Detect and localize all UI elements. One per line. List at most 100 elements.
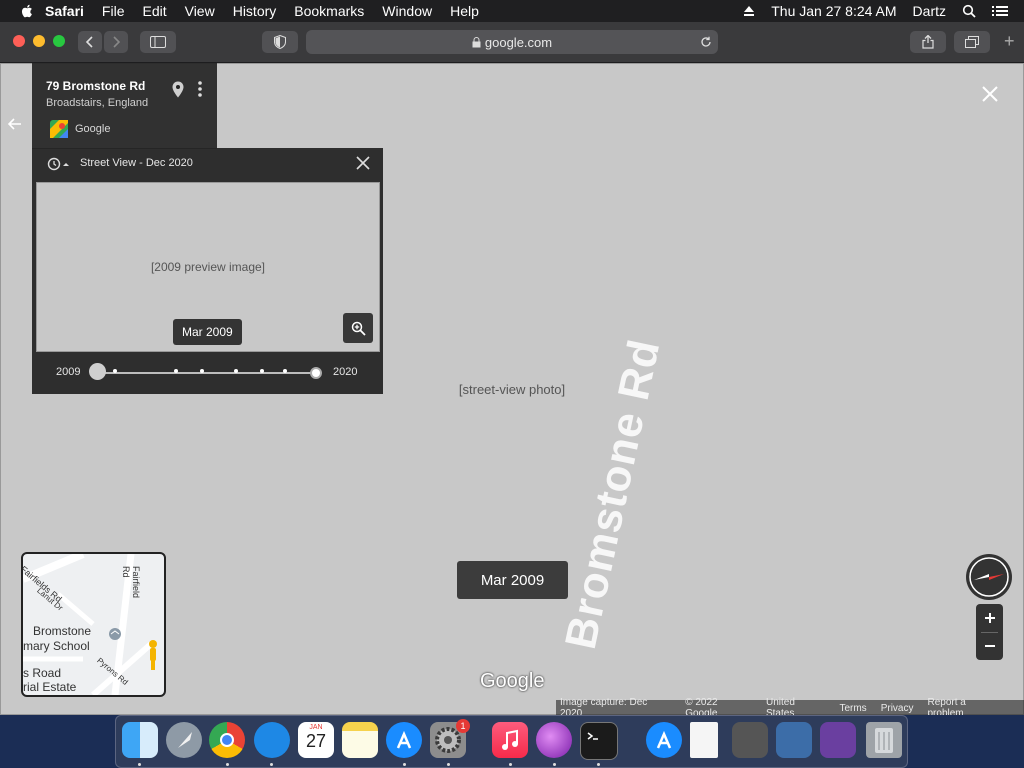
sidebar-icon xyxy=(150,36,166,48)
slider-tick[interactable] xyxy=(174,369,178,373)
launchpad-icon[interactable] xyxy=(166,722,202,758)
apple-icon[interactable] xyxy=(19,3,35,19)
slider-tick[interactable] xyxy=(200,369,204,373)
compass[interactable] xyxy=(966,554,1012,600)
arrow-left-icon xyxy=(7,118,21,130)
zoom-out-button[interactable] xyxy=(976,632,1003,660)
screen-sharing-icon[interactable] xyxy=(776,722,812,758)
fullscreen-window-button[interactable] xyxy=(53,35,65,47)
photo-viewer-icon[interactable] xyxy=(820,722,856,758)
place-card: 79 Bromstone Rd Broadstairs, England Goo… xyxy=(32,63,217,149)
search-icon[interactable] xyxy=(962,4,976,18)
time-machine-panel: Street View - Dec 2020 [2009 preview ima… xyxy=(32,148,383,394)
finder-icon[interactable] xyxy=(122,722,158,758)
eject-icon[interactable] xyxy=(743,5,755,17)
menu-view[interactable]: View xyxy=(185,3,215,19)
map-pin-icon[interactable] xyxy=(172,81,184,98)
menu-edit[interactable]: Edit xyxy=(142,3,166,19)
slider-end-year: 2020 xyxy=(333,366,358,378)
minimap[interactable]: Fairfields Rd Fairfield Rd Bromstone mar… xyxy=(21,552,166,697)
running-indicator xyxy=(553,763,556,766)
installer-icon[interactable] xyxy=(536,722,572,758)
menu-help[interactable]: Help xyxy=(450,3,479,19)
calendar-icon[interactable]: JAN 27 xyxy=(298,722,334,758)
minimap-label: Fairfield Rd xyxy=(121,566,141,599)
google-watermark: Google xyxy=(480,670,545,692)
running-indicator xyxy=(403,763,406,766)
prompt-icon xyxy=(587,732,598,740)
terminal-icon[interactable] xyxy=(580,722,618,760)
capture-date-label: Mar 2009 xyxy=(457,561,568,599)
place-subtitle: Broadstairs, England xyxy=(46,97,149,109)
menubar-datetime[interactable]: Thu Jan 27 8:24 AM xyxy=(771,3,896,19)
tab-overview-button[interactable] xyxy=(954,31,990,53)
new-tab-button[interactable]: + xyxy=(1004,31,1015,52)
trash-icon[interactable] xyxy=(866,722,902,758)
provider-label: Google xyxy=(75,123,111,135)
minimap-label: s Road xyxy=(23,666,62,680)
history-icon[interactable] xyxy=(46,157,72,171)
minimize-window-button[interactable] xyxy=(33,35,45,47)
back-arrow-button[interactable] xyxy=(7,117,22,135)
zoom-in-icon xyxy=(351,321,366,336)
app-store-a-icon xyxy=(656,730,672,749)
calendar-month: JAN xyxy=(309,724,323,731)
screenshots-folder-icon[interactable] xyxy=(732,722,768,758)
sidebar-button[interactable] xyxy=(140,31,176,53)
close-icon[interactable] xyxy=(355,155,371,171)
share-button[interactable] xyxy=(910,31,946,53)
close-street-view-icon[interactable] xyxy=(980,84,1000,104)
shield-icon xyxy=(274,35,286,49)
running-indicator xyxy=(138,763,141,766)
map-footer: Image capture: Dec 2020 © 2022 Google Un… xyxy=(556,697,1024,719)
trash-can-icon xyxy=(875,728,893,753)
slider-thumb[interactable] xyxy=(89,363,106,380)
slider-current-marker[interactable] xyxy=(310,367,322,379)
hover-date-tooltip: Mar 2009 xyxy=(173,319,242,345)
rocket-icon xyxy=(178,732,192,748)
plus-icon xyxy=(984,613,995,623)
notes-icon[interactable] xyxy=(342,722,378,758)
chrome-icon[interactable] xyxy=(209,722,245,758)
running-indicator xyxy=(270,763,273,766)
more-vert-icon[interactable] xyxy=(198,81,202,97)
menu-bookmarks[interactable]: Bookmarks xyxy=(294,3,364,19)
reload-icon[interactable] xyxy=(700,36,712,48)
slider-tick[interactable] xyxy=(234,369,238,373)
app-store-icon[interactable] xyxy=(386,722,422,758)
menubar-user[interactable]: Dartz xyxy=(913,3,946,19)
safari-icon[interactable] xyxy=(254,722,290,758)
menu-history[interactable]: History xyxy=(233,3,277,19)
slider-tick[interactable] xyxy=(113,369,117,373)
music-icon[interactable] xyxy=(492,722,528,758)
minus-icon xyxy=(984,645,995,647)
time-machine-title: Street View - Dec 2020 xyxy=(80,157,193,169)
chevron-left-icon xyxy=(85,36,93,48)
privacy-link[interactable]: Privacy xyxy=(881,703,914,714)
chevron-right-icon xyxy=(113,36,121,48)
back-button[interactable] xyxy=(78,31,102,53)
slider-tick[interactable] xyxy=(283,369,287,373)
forward-button[interactable] xyxy=(104,31,128,53)
zoom-preview-button[interactable] xyxy=(343,313,373,343)
apps-folder-icon[interactable] xyxy=(646,722,682,758)
menu-file[interactable]: File xyxy=(102,3,125,19)
close-window-button[interactable] xyxy=(13,35,25,47)
slider-tick[interactable] xyxy=(260,369,264,373)
running-indicator xyxy=(447,763,450,766)
minimap-label: mary School xyxy=(23,639,90,653)
music-note-icon xyxy=(502,729,518,750)
google-maps-icon xyxy=(50,120,68,138)
address-bar[interactable]: google.com xyxy=(306,30,718,54)
menu-app-name[interactable]: Safari xyxy=(45,3,84,19)
menu-bar: Safari File Edit View History Bookmarks … xyxy=(0,0,1024,22)
document-icon[interactable] xyxy=(690,722,718,758)
minimap-label: Bromstone xyxy=(33,624,92,638)
zoom-in-button[interactable] xyxy=(976,604,1003,632)
pegman-icon[interactable] xyxy=(147,639,159,671)
time-slider[interactable]: 2009 2020 xyxy=(32,358,383,388)
menu-window[interactable]: Window xyxy=(382,3,432,19)
privacy-report-button[interactable] xyxy=(262,31,298,53)
terms-link[interactable]: Terms xyxy=(839,703,866,714)
control-center-icon[interactable] xyxy=(992,5,1008,17)
